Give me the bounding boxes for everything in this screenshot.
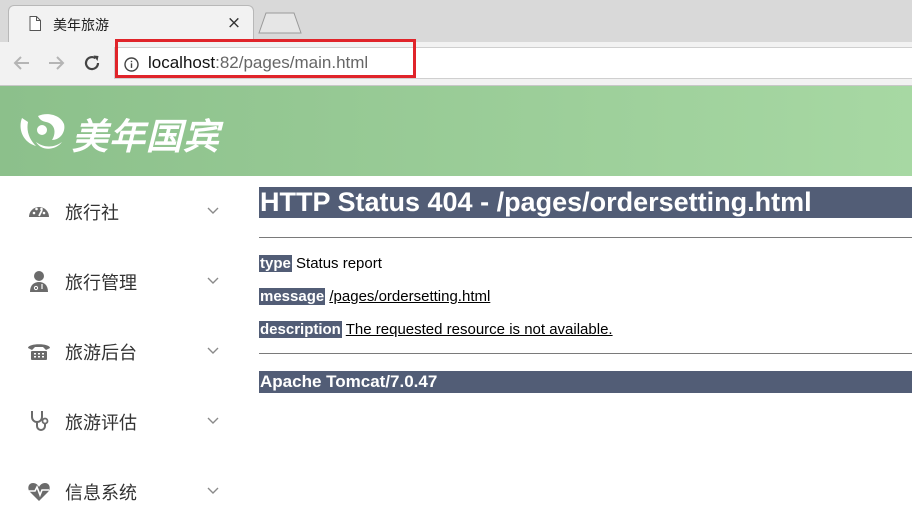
back-button[interactable] [10,51,34,75]
arrow-left-icon [13,56,29,70]
sidebar-item-label: 旅游评估 [65,413,137,434]
sidebar-item-travel-evaluation[interactable]: 旅游评估 [0,401,240,441]
forward-button[interactable] [44,51,68,75]
description-label: description [259,321,342,338]
message-value: /pages/ordersetting.html [329,288,491,305]
browser-tab[interactable]: 美年旅游 × [8,5,254,42]
chevron-down-icon [207,417,219,424]
phone-icon [28,344,50,360]
sidebar-item-info-system[interactable]: 信息系统 [0,471,240,511]
sidebar: 旅行社 旅行管理 旅游后台 旅游评估 信息系统 [0,176,240,508]
sidebar-item-travel-management[interactable]: 旅行管理 [0,261,240,301]
reload-button[interactable] [80,51,104,75]
app-header: 美年国宾 [0,86,912,176]
divider [259,353,912,354]
sidebar-item-travel-agency[interactable]: 旅行社 [0,191,240,231]
type-label: type [259,255,292,272]
sidebar-item-label: 旅游后台 [65,343,137,364]
tab-title: 美年旅游 [53,18,109,34]
brand-name: 美年国宾 [72,117,221,158]
reload-icon [84,55,100,71]
new-tab-button[interactable] [258,12,302,34]
browser-tab-strip: 美年旅游 × [0,0,912,42]
divider [259,237,912,238]
server-info: Apache Tomcat/7.0.47 [259,371,912,393]
error-heading: HTTP Status 404 - /pages/ordersetting.ht… [259,187,912,218]
user-doctor-icon [30,271,48,292]
dashboard-icon [29,207,49,217]
message-label: message [259,288,326,305]
error-type-line: type Status report [259,255,382,272]
chevron-down-icon [207,277,219,284]
stethoscope-icon [31,411,49,431]
sidebar-item-label: 旅行社 [65,203,119,224]
annotation-highlight-box [115,39,416,78]
page-icon [29,16,41,31]
description-value: The requested resource is not available. [345,321,613,338]
type-value: Status report [296,255,382,272]
tab-close-icon[interactable]: × [225,13,243,33]
sidebar-item-label: 旅行管理 [65,273,137,294]
heartbeat-icon [28,483,50,501]
error-description-line: description The requested resource is no… [259,321,613,338]
sidebar-item-travel-backend[interactable]: 旅游后台 [0,331,240,371]
chevron-down-icon [207,347,219,354]
brand-logo-icon [20,114,65,149]
sidebar-item-label: 信息系统 [65,483,137,504]
chevron-down-icon [207,487,219,494]
chevron-down-icon [207,207,219,214]
error-message-line: message /pages/ordersetting.html [259,288,490,305]
arrow-right-icon [49,56,65,70]
